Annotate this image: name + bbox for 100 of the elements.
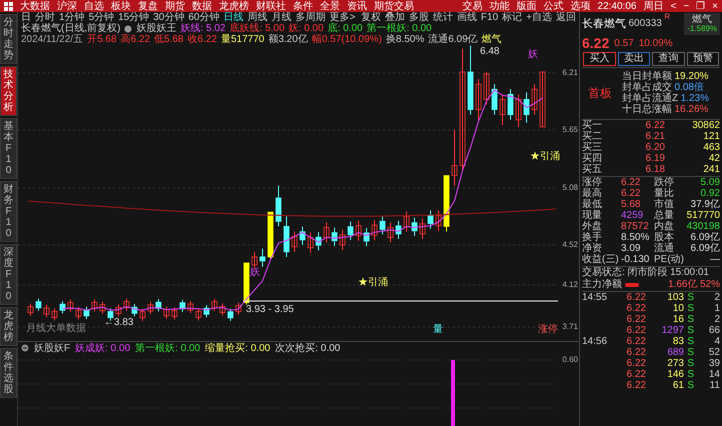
status-time: 15:00:01 <box>670 267 709 278</box>
stat-value: -0.130 <box>621 254 650 266</box>
menu-item[interactable]: 板块 <box>111 0 131 12</box>
toolbar-button[interactable]: 标记 <box>502 12 522 23</box>
stat-value: 4259 <box>621 210 644 222</box>
side-tab[interactable]: 技术分析 <box>0 66 17 116</box>
weekday-text: 周日 <box>643 0 664 12</box>
period-tab[interactable]: 1分钟 <box>59 12 85 23</box>
stat-value: 6.09亿 <box>690 243 720 254</box>
stat-label: 量比 <box>654 188 675 200</box>
period-tab[interactable]: 日线 <box>224 12 244 23</box>
period-tab[interactable]: 月线 <box>272 12 292 23</box>
value-tick: 0.60 <box>562 356 578 365</box>
clock-text: 22:40:06 <box>598 0 636 12</box>
menu-item[interactable]: 大数据 <box>20 0 50 12</box>
toolbar-button[interactable]: +自选 <box>526 12 552 23</box>
window-control-button[interactable]: × <box>712 0 718 12</box>
board-label: 首板 <box>588 86 612 100</box>
period-tab[interactable]: 15分钟 <box>118 12 150 23</box>
menu-item[interactable]: 自选 <box>84 0 104 12</box>
period-tab[interactable]: 5分钟 <box>88 12 114 23</box>
order-price: 6.20 <box>644 142 665 154</box>
toolbar-button[interactable]: 叠加 <box>384 12 405 23</box>
period-tab[interactable]: 多周期 <box>296 12 326 23</box>
trade-button[interactable]: 卖出 <box>618 52 650 66</box>
side-tab[interactable]: 龙虎榜 <box>0 307 17 346</box>
sector-card[interactable]: 燃气 -1.589% <box>684 13 720 35</box>
stat-value: 37.9亿 <box>690 199 720 210</box>
toolbar-button[interactable]: 复权 <box>360 12 381 23</box>
menu-item[interactable]: 选项 <box>570 0 591 12</box>
window-control-button[interactable]: ❐ <box>696 0 706 12</box>
menu-item[interactable]: 龙虎榜 <box>219 0 249 12</box>
stat-value: 6.22 <box>621 188 642 200</box>
order-price: 6.18 <box>644 164 665 176</box>
period-tab[interactable]: 更多> <box>330 12 356 23</box>
chart-annotation: ←3.83 <box>104 317 134 328</box>
window-control-button[interactable]: < <box>670 0 676 12</box>
period-tab[interactable]: 日 <box>21 12 31 23</box>
tick-price: 6.22 <box>626 336 646 348</box>
toolbar-button[interactable]: 多股 <box>408 12 429 23</box>
trade-button[interactable]: 预警 <box>686 52 719 66</box>
period-tab[interactable]: 分时 <box>35 12 55 23</box>
menu-item[interactable]: 财联社 <box>256 0 286 12</box>
tick-price: 6.22 <box>626 358 646 370</box>
order-label: 买四 <box>582 153 603 164</box>
stat-label: 跌停 <box>654 177 675 188</box>
tick-price: 6.22 <box>626 369 646 380</box>
menu-item[interactable]: 全景 <box>320 0 340 12</box>
period-tab[interactable]: 60分钟 <box>188 12 220 23</box>
stock-mark: R <box>664 13 670 22</box>
side-tab[interactable]: 条件选股 <box>0 348 17 398</box>
chart-annotation: 妖 <box>528 49 538 60</box>
order-price: 6.22 <box>644 120 665 132</box>
stat-value: 0.08倍 <box>674 82 704 94</box>
change-percent: 10.09% <box>638 38 673 49</box>
toolbar-button[interactable]: 画线 <box>456 12 477 23</box>
grid-icon[interactable] <box>4 2 13 10</box>
indicator-value: 妖成妖: 0.00 <box>75 342 130 354</box>
side-tab[interactable]: 财务F10 <box>0 181 17 242</box>
tick-side: S <box>686 358 694 370</box>
side-tab[interactable]: 深度F10 <box>0 244 17 305</box>
menu-item[interactable]: 功能 <box>490 0 510 12</box>
indicator-value: 妖线: 5.02 <box>180 23 226 34</box>
menu-item[interactable]: 期货交易 <box>374 0 414 12</box>
window-control-button[interactable]: − <box>683 0 690 12</box>
stat-label: 股本 <box>654 232 675 244</box>
indicator-value: 次次抢买: 0.00 <box>275 342 340 354</box>
stat-label: 十日总涨幅 <box>622 104 672 116</box>
period-tab[interactable]: 30分钟 <box>153 12 184 23</box>
price-tick: 4.52 <box>562 241 578 250</box>
quote-value: 燃气 <box>482 34 502 45</box>
menu-item[interactable]: 沪深 <box>57 0 77 12</box>
menu-item[interactable]: 数据 <box>192 0 212 12</box>
menu-item[interactable]: 交易 <box>462 0 483 12</box>
chart-annotation: 量 <box>433 324 443 335</box>
period-tab[interactable]: 周线 <box>248 12 268 23</box>
collapse-icon[interactable] <box>21 344 29 352</box>
menu-item[interactable]: 公式 <box>544 0 564 12</box>
order-volume: 121 <box>702 131 720 142</box>
side-tab[interactable]: 分时走势 <box>0 14 17 64</box>
quote-value: 换8.50% <box>386 34 424 45</box>
order-volume: 30862 <box>691 120 720 132</box>
price-tick: 3.71 <box>562 323 578 332</box>
menu-item[interactable]: 期货 <box>165 0 185 12</box>
trade-button[interactable]: 买入 <box>583 52 616 66</box>
price-tick: 6.21 <box>562 69 578 78</box>
menu-item[interactable]: 条件 <box>293 0 313 12</box>
toolbar-button[interactable]: 统计 <box>432 12 453 23</box>
toolbar-button[interactable]: F10 <box>480 12 498 23</box>
tick-count: 52 <box>708 347 720 358</box>
menu-item[interactable]: 资讯 <box>347 0 367 12</box>
stat-label: 外盘 <box>582 221 603 232</box>
toolbar-button[interactable]: 返回 <box>556 12 576 23</box>
trade-button[interactable]: 查询 <box>652 52 684 66</box>
menu-item[interactable]: 复盘 <box>138 0 158 12</box>
side-tab[interactable]: 基本F10 <box>0 118 17 179</box>
menu-item[interactable]: 版面 <box>516 0 537 12</box>
sector-name: 燃气 <box>691 14 714 25</box>
circle-icon[interactable] <box>124 24 132 32</box>
stat-label: 涨停 <box>582 177 603 188</box>
